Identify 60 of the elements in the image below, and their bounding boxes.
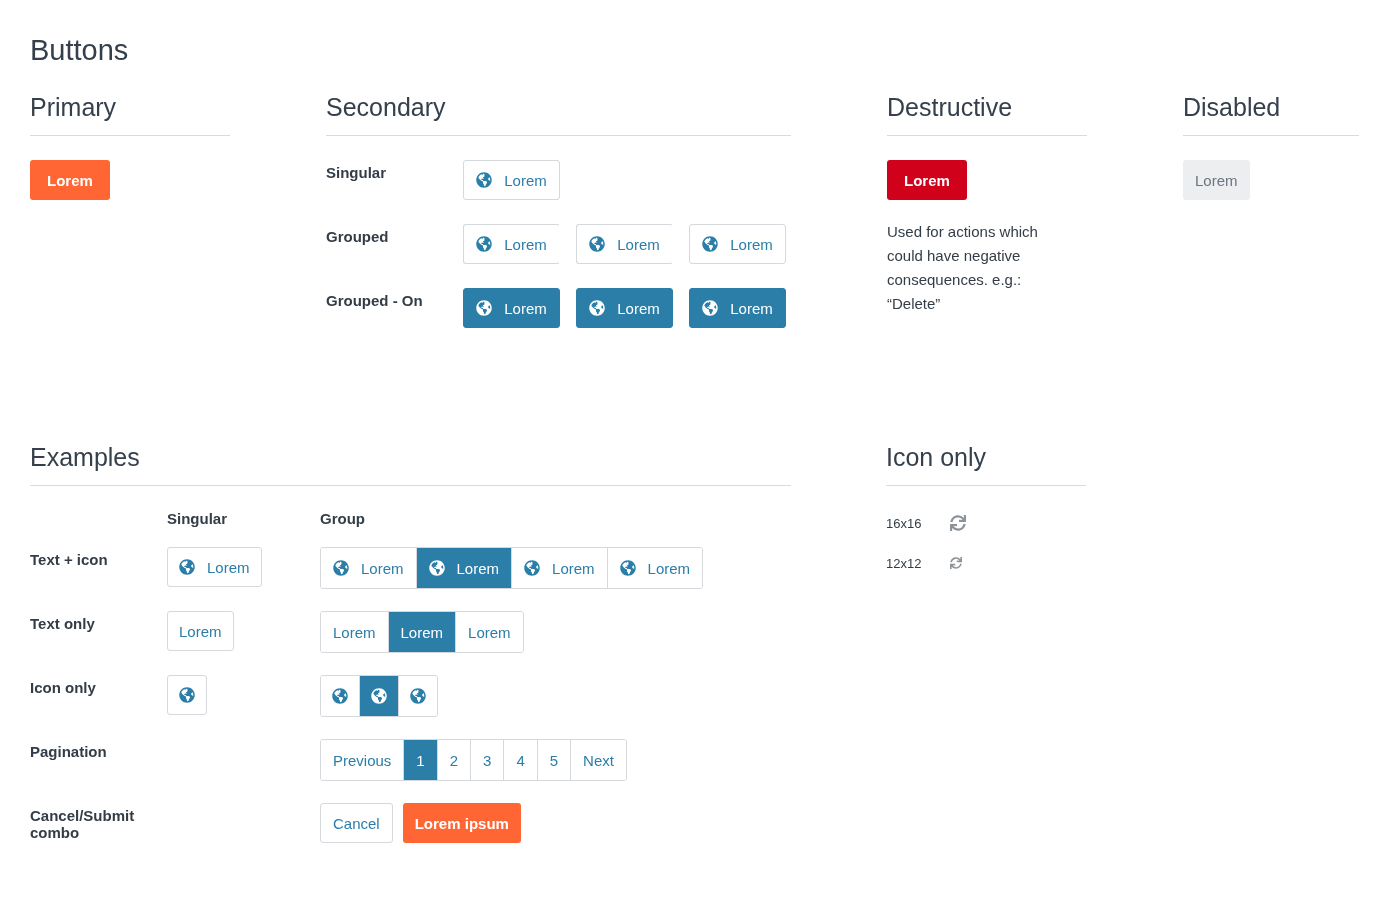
row-label: Singular <box>326 163 387 183</box>
column-header: Group <box>320 510 366 527</box>
globe-icon <box>179 559 195 575</box>
group-button[interactable]: Lorem <box>455 612 523 652</box>
globe-icon <box>333 560 349 576</box>
page-button[interactable]: Next <box>570 740 626 780</box>
globe-icon <box>332 688 348 704</box>
globe-icon <box>476 172 493 188</box>
group-button[interactable] <box>398 676 437 716</box>
page-button[interactable]: 1 <box>403 740 437 780</box>
row-label: Text + icon <box>30 550 109 570</box>
globe-icon <box>476 300 493 316</box>
group-button[interactable]: Lorem <box>387 612 456 652</box>
column-header: Singular <box>167 510 228 527</box>
globe-button[interactable]: Lorem <box>689 224 786 264</box>
globe-button[interactable]: Lorem <box>167 547 262 587</box>
section-heading: Primary <box>30 92 230 136</box>
globe-button[interactable] <box>167 675 207 715</box>
refresh-icon[interactable] <box>950 557 962 569</box>
row-label: Cancel/Submit combo <box>30 806 136 843</box>
submit-button[interactable]: Lorem ipsum <box>402 803 521 843</box>
globe-button[interactable]: Lorem <box>463 288 560 328</box>
cancel-button[interactable]: Cancel <box>320 803 393 843</box>
section-heading: Icon only <box>886 442 1086 486</box>
section-heading: Secondary <box>326 92 791 136</box>
size-label: 12x12 <box>886 555 923 571</box>
globe-icon <box>619 560 636 576</box>
group-button[interactable]: Lorem <box>415 548 512 588</box>
group-button[interactable] <box>359 676 398 716</box>
globe-button[interactable]: Lorem <box>576 288 673 328</box>
globe-icon <box>476 236 493 252</box>
primary-button[interactable]: Lorem <box>30 160 110 200</box>
section-heading: Destructive <box>887 92 1087 136</box>
text-button[interactable]: Lorem <box>167 611 234 651</box>
globe-icon <box>702 300 719 316</box>
section-heading: Disabled <box>1183 92 1359 136</box>
globe-icon <box>589 300 606 316</box>
globe-icon <box>589 236 606 252</box>
globe-button[interactable]: Lorem <box>463 160 560 200</box>
globe-icon <box>428 560 445 576</box>
globe-icon <box>524 560 541 576</box>
row-label: Pagination <box>30 742 108 762</box>
globe-icon <box>371 688 387 704</box>
row-label: Grouped <box>326 227 390 247</box>
globe-button[interactable]: Lorem <box>463 224 560 264</box>
globe-icon <box>179 687 195 703</box>
destructive-button[interactable]: Lorem <box>887 160 967 200</box>
size-label: 16x16 <box>886 515 923 531</box>
description-text: Used for actions which could have negative consequences. e.g.: “Delete” <box>887 222 1039 314</box>
page-title: Buttons <box>30 33 130 68</box>
group-button[interactable]: Lorem <box>606 548 703 588</box>
globe-icon <box>410 688 426 704</box>
row-label: Text only <box>30 614 96 634</box>
refresh-icon[interactable] <box>950 515 966 531</box>
globe-icon <box>702 236 719 252</box>
row-label: Icon only <box>30 678 97 698</box>
globe-button[interactable]: Lorem <box>689 288 786 328</box>
section-heading: Examples <box>30 442 791 486</box>
row-label: Grouped - On <box>326 291 424 311</box>
globe-button[interactable]: Lorem <box>576 224 673 264</box>
